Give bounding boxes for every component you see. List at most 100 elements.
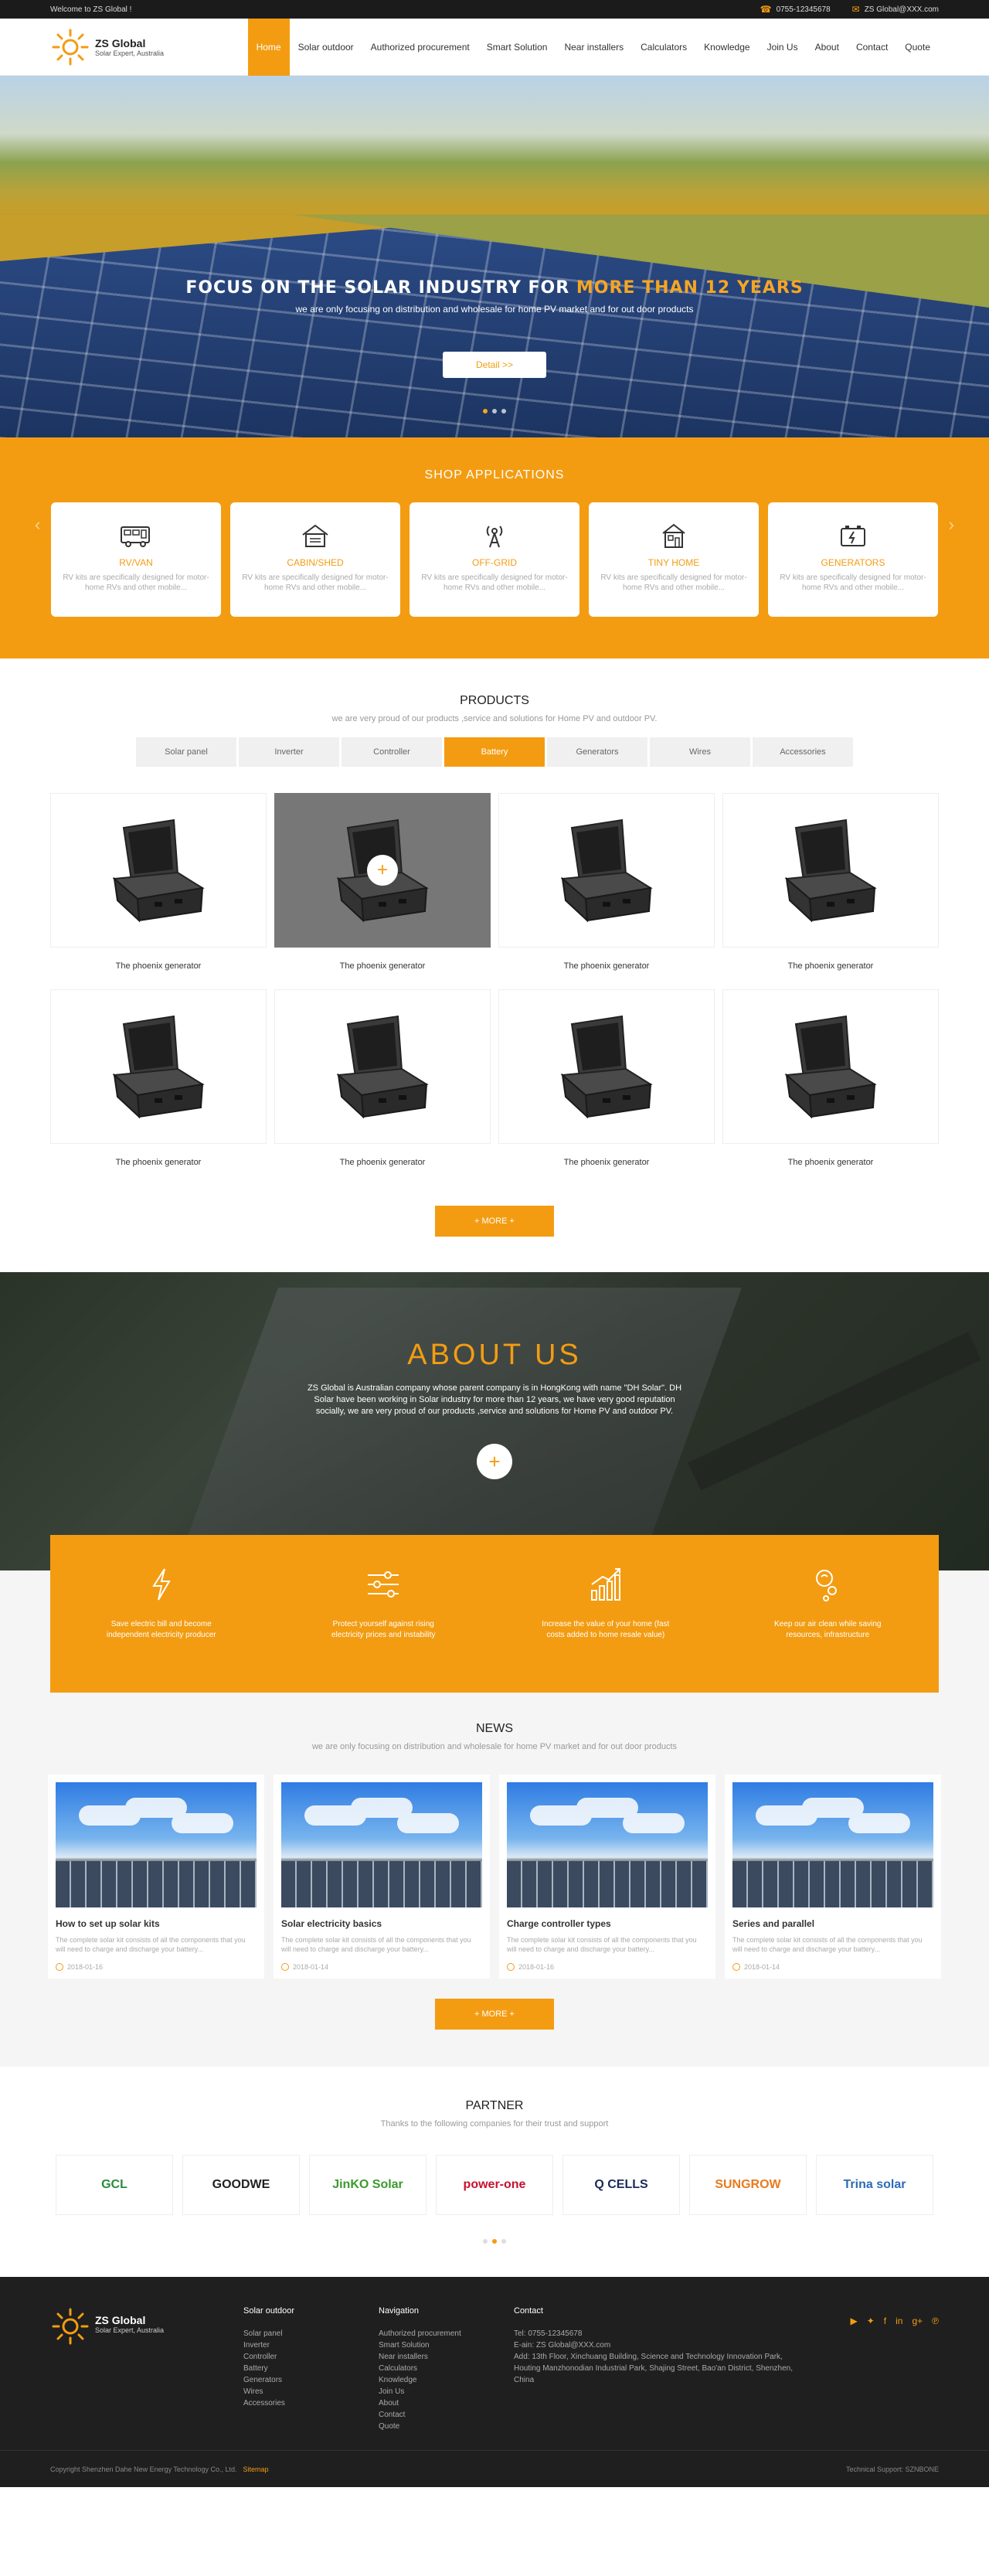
product-card[interactable]: The phoenix generator bbox=[722, 989, 939, 1186]
chevron-left-icon[interactable]: ‹ bbox=[35, 515, 40, 535]
footer-link[interactable]: Accessories bbox=[243, 2397, 379, 2409]
product-card[interactable]: + The phoenix generator bbox=[274, 793, 491, 989]
footer-link[interactable]: Generators bbox=[243, 2374, 379, 2386]
hero-detail-button[interactable]: Detail >> bbox=[443, 352, 546, 378]
product-card[interactable]: The phoenix generator bbox=[50, 989, 267, 1186]
product-card[interactable]: The phoenix generator bbox=[498, 989, 715, 1186]
footer-logo[interactable]: ZS Global Solar Expert, Australia bbox=[50, 2306, 243, 2432]
news-image[interactable] bbox=[56, 1782, 257, 1907]
footer-link[interactable]: Contact bbox=[379, 2409, 514, 2421]
news-card[interactable]: Charge controller types The complete sola… bbox=[499, 1775, 715, 1979]
product-image[interactable] bbox=[498, 793, 715, 948]
products-more-button[interactable]: + MORE + bbox=[435, 1206, 554, 1237]
tab-solar-panel[interactable]: Solar panel bbox=[136, 737, 236, 767]
product-card[interactable]: The phoenix generator bbox=[722, 793, 939, 989]
footer-link[interactable]: Battery bbox=[243, 2363, 379, 2374]
news-title[interactable]: Solar electricity basics bbox=[281, 1918, 482, 1929]
nav-knowledge[interactable]: Knowledge bbox=[695, 19, 758, 76]
site-logo[interactable]: ZS Global Solar Expert, Australia bbox=[50, 27, 164, 67]
footer-link[interactable]: Solar panel bbox=[243, 2328, 379, 2339]
footer-link[interactable]: Smart Solution bbox=[379, 2339, 514, 2351]
news-card[interactable]: Solar electricity basics The complete sol… bbox=[274, 1775, 490, 1979]
shop-card-rv-van[interactable]: RV/VAN RV kits are specifically designed… bbox=[51, 502, 221, 617]
nav-home[interactable]: Home bbox=[247, 19, 290, 76]
partner-logo[interactable]: GCL bbox=[56, 2155, 173, 2215]
product-image[interactable] bbox=[50, 793, 267, 948]
tab-wires[interactable]: Wires bbox=[650, 737, 750, 767]
linkedin-icon[interactable]: in bbox=[896, 2316, 902, 2432]
tab-controller[interactable]: Controller bbox=[342, 737, 442, 767]
product-image[interactable] bbox=[50, 989, 267, 1144]
footer-link[interactable]: Authorized procurement bbox=[379, 2328, 514, 2339]
shop-card-desc: RV kits are specifically designed for mo… bbox=[600, 573, 747, 592]
plus-icon[interactable]: + bbox=[367, 855, 398, 886]
nav-calculators[interactable]: Calculators bbox=[632, 19, 695, 76]
footer-link[interactable]: Knowledge bbox=[379, 2374, 514, 2386]
footer-link[interactable]: Join Us bbox=[379, 2386, 514, 2397]
news-image[interactable] bbox=[281, 1782, 482, 1907]
nav-quote[interactable]: Quote bbox=[896, 19, 939, 76]
tab-generators[interactable]: Generators bbox=[547, 737, 647, 767]
carousel-dot[interactable] bbox=[483, 2239, 488, 2244]
partner-logo[interactable]: power-one bbox=[436, 2155, 553, 2215]
footer-link[interactable]: About bbox=[379, 2397, 514, 2409]
nav-near-installers[interactable]: Near installers bbox=[556, 19, 632, 76]
facebook-icon[interactable]: f bbox=[884, 2316, 886, 2432]
product-image[interactable] bbox=[498, 989, 715, 1144]
sitemap-link[interactable]: Sitemap bbox=[243, 2465, 268, 2473]
products-section: PRODUCTS we are very proud of our produc… bbox=[0, 658, 989, 1272]
nav-contact[interactable]: Contact bbox=[848, 19, 896, 76]
footer-link[interactable]: Wires bbox=[243, 2386, 379, 2397]
product-image[interactable] bbox=[274, 989, 491, 1144]
footer-link[interactable]: Calculators bbox=[379, 2363, 514, 2374]
topbar-phone[interactable]: ☎ 0755-12345678 bbox=[760, 4, 831, 15]
news-image[interactable] bbox=[507, 1782, 708, 1907]
product-card[interactable]: The phoenix generator bbox=[50, 793, 267, 989]
footer-link[interactable]: Controller bbox=[243, 2351, 379, 2363]
shop-card-generators[interactable]: GENERATORS RV kits are specifically desi… bbox=[768, 502, 938, 617]
footer-link[interactable]: Inverter bbox=[243, 2339, 379, 2351]
carousel-dot[interactable] bbox=[492, 409, 497, 413]
shop-card-cabin-shed[interactable]: CABIN/SHED RV kits are specifically desi… bbox=[230, 502, 400, 617]
carousel-dot[interactable] bbox=[492, 2239, 497, 2244]
news-image[interactable] bbox=[732, 1782, 933, 1907]
shop-card-off-grid[interactable]: OFF-GRID RV kits are specifically design… bbox=[410, 502, 579, 617]
chevron-right-icon[interactable]: › bbox=[949, 515, 954, 535]
tab-inverter[interactable]: Inverter bbox=[239, 737, 339, 767]
news-title[interactable]: Series and parallel bbox=[732, 1918, 933, 1929]
news-title[interactable]: How to set up solar kits bbox=[56, 1918, 257, 1929]
nav-authorized-procurement[interactable]: Authorized procurement bbox=[362, 19, 478, 76]
product-card[interactable]: The phoenix generator bbox=[498, 793, 715, 989]
footer-link[interactable]: Near installers bbox=[379, 2351, 514, 2363]
news-title[interactable]: Charge controller types bbox=[507, 1918, 708, 1929]
nav-about[interactable]: About bbox=[807, 19, 848, 76]
partner-logo[interactable]: Q CELLS bbox=[562, 2155, 680, 2215]
topbar-email[interactable]: ✉ ZS Global@XXX.com bbox=[852, 4, 939, 15]
carousel-dot[interactable] bbox=[501, 2239, 506, 2244]
google-plus-icon[interactable]: g+ bbox=[912, 2316, 923, 2432]
youtube-icon[interactable]: ▶ bbox=[850, 2316, 857, 2432]
tab-accessories[interactable]: Accessories bbox=[753, 737, 853, 767]
carousel-dot[interactable] bbox=[483, 409, 488, 413]
news-card[interactable]: Series and parallel The complete solar ki… bbox=[725, 1775, 941, 1979]
carousel-dot[interactable] bbox=[501, 409, 506, 413]
product-image[interactable] bbox=[722, 793, 939, 948]
product-image[interactable]: + bbox=[274, 793, 491, 948]
tab-battery[interactable]: Battery bbox=[444, 737, 545, 767]
shop-card-tiny-home[interactable]: TINY HOME RV kits are specifically desig… bbox=[589, 502, 759, 617]
about-plus-button[interactable]: + bbox=[477, 1444, 512, 1479]
partner-logo[interactable]: GOODWE bbox=[182, 2155, 300, 2215]
nav-join-us[interactable]: Join Us bbox=[759, 19, 807, 76]
news-more-button[interactable]: + MORE + bbox=[435, 1999, 554, 2030]
news-card[interactable]: How to set up solar kits The complete sol… bbox=[48, 1775, 264, 1979]
product-card[interactable]: The phoenix generator bbox=[274, 989, 491, 1186]
product-image[interactable] bbox=[722, 989, 939, 1144]
partner-logo[interactable]: JinKO Solar bbox=[309, 2155, 427, 2215]
twitter-icon[interactable]: ✦ bbox=[867, 2316, 875, 2432]
pinterest-icon[interactable]: ℗ bbox=[932, 2316, 939, 2432]
partner-logo[interactable]: SUNGROW bbox=[689, 2155, 807, 2215]
nav-smart-solution[interactable]: Smart Solution bbox=[478, 19, 556, 76]
partner-logo[interactable]: Trina solar bbox=[816, 2155, 933, 2215]
footer-link[interactable]: Quote bbox=[379, 2421, 514, 2432]
nav-solar-outdoor[interactable]: Solar outdoor bbox=[290, 19, 362, 76]
